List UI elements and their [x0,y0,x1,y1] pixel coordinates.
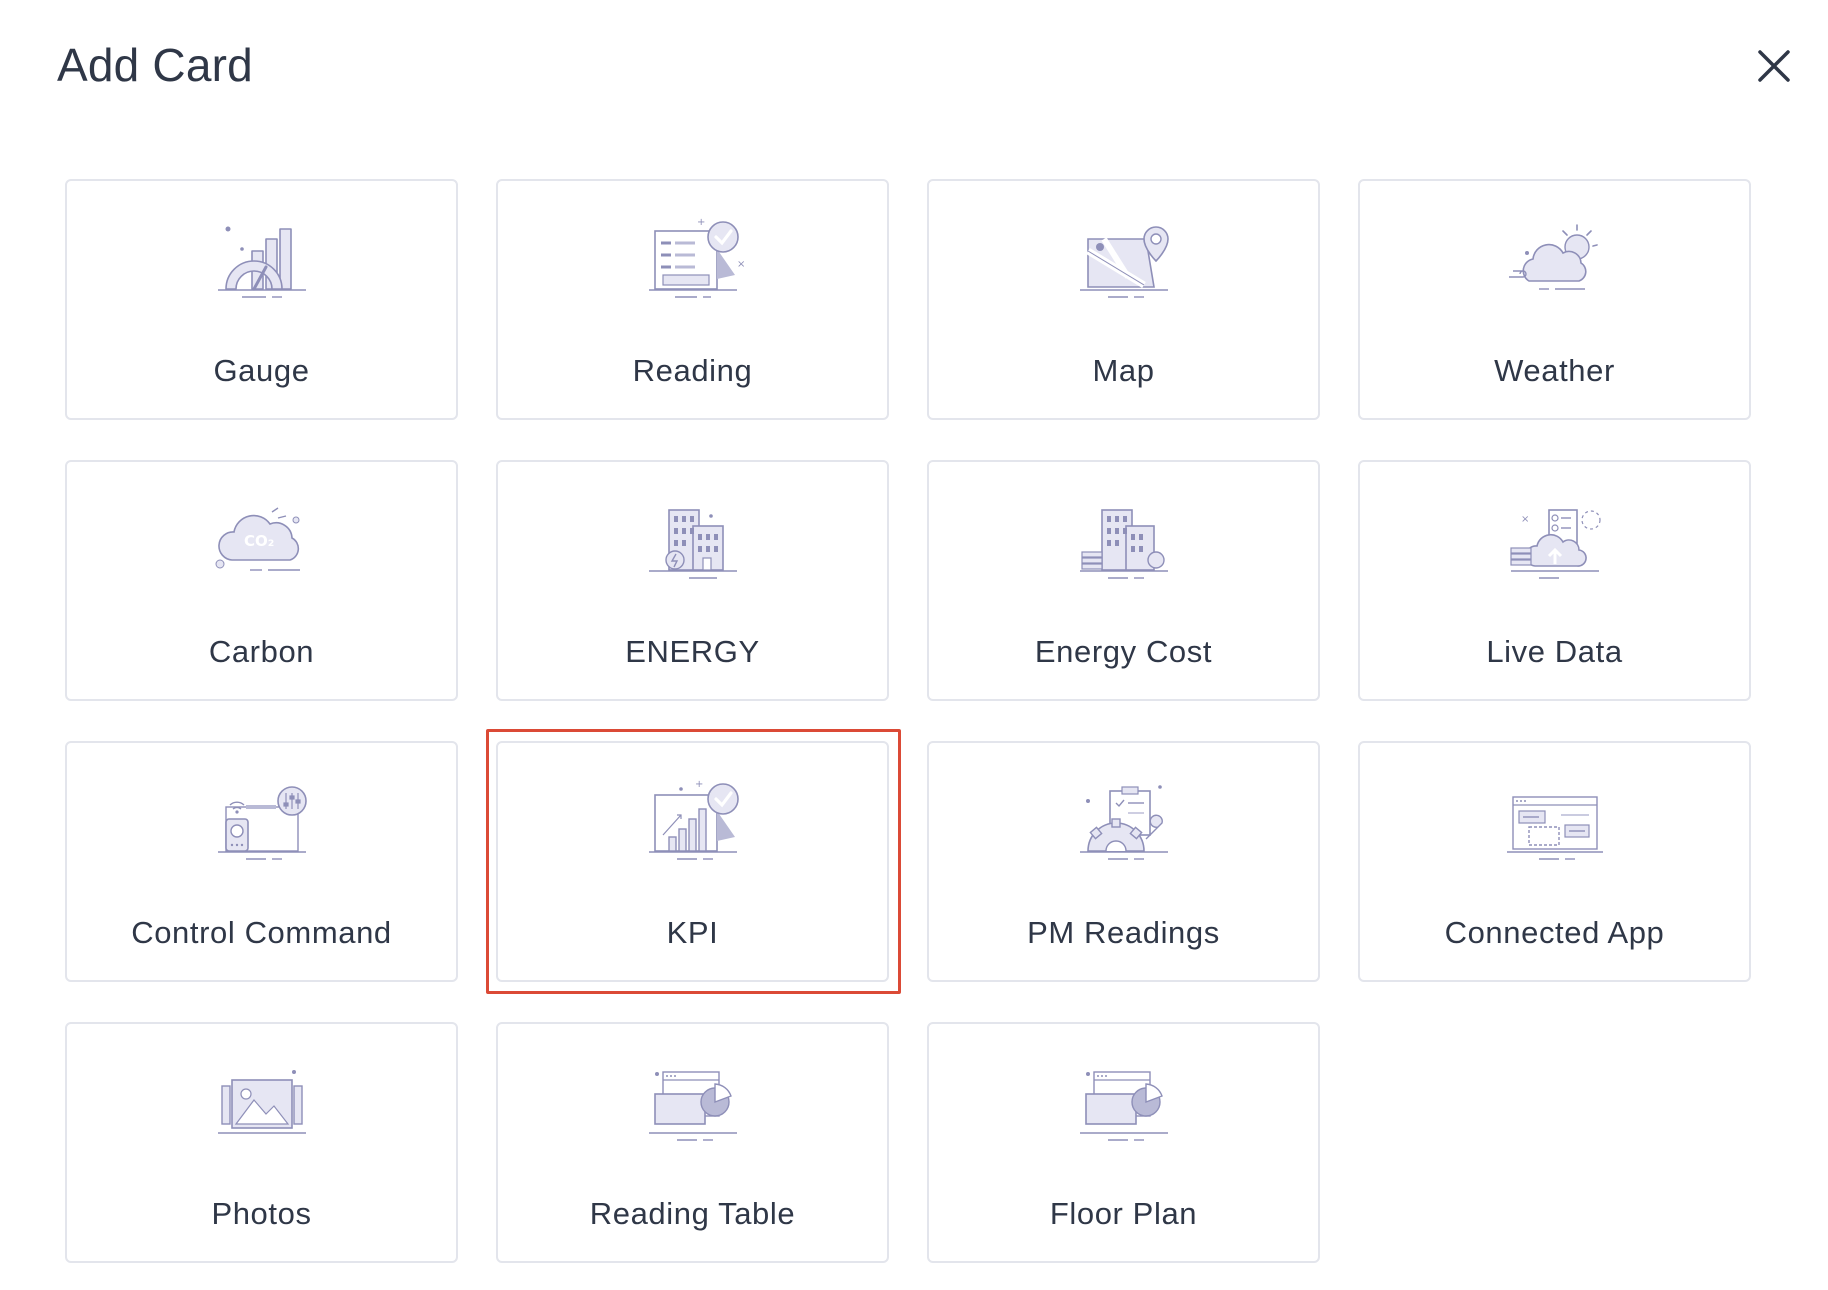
photos-icon [206,1060,318,1148]
control-command-icon [206,779,318,867]
dialog-title: Add Card [57,39,253,91]
card-label: Reading Table [589,1196,796,1231]
svg-text:×: × [1521,514,1529,525]
card-label: Photos [211,1196,312,1231]
card-label: Weather [1494,353,1615,388]
connected-app-icon [1499,779,1611,867]
weather-icon [1499,217,1611,305]
card-label: Control Command [131,915,392,950]
close-button[interactable] [1752,44,1796,88]
svg-text:+: + [695,779,703,790]
card-label: Energy Cost [1034,634,1213,669]
card-reading[interactable]: + × Reading [496,179,889,420]
card-label: Live Data [1486,634,1623,669]
map-icon [1068,217,1180,305]
card-live-data[interactable]: × Live Data [1358,460,1751,701]
card-label: Map [1092,353,1155,388]
close-icon [1758,50,1790,82]
card-photos[interactable]: Photos [65,1022,458,1263]
card-map[interactable]: Map [927,179,1320,420]
live-data-icon: × [1499,498,1611,586]
card-connected-app[interactable]: Connected App [1358,741,1751,982]
floor-plan-icon [1068,1060,1180,1148]
gauge-icon [206,217,318,305]
card-energy-cost[interactable]: Energy Cost [927,460,1320,701]
pm-readings-icon [1068,779,1180,867]
card-label: Carbon [208,634,315,669]
kpi-icon: + [637,779,749,867]
card-reading-table[interactable]: Reading Table [496,1022,889,1263]
energy-icon [637,498,749,586]
card-control-command[interactable]: Control Command [65,741,458,982]
carbon-icon-text: CO₂ [244,532,274,550]
reading-table-icon [637,1060,749,1148]
card-label: Gauge [213,353,310,388]
card-label: PM Readings [1027,915,1220,950]
carbon-icon: CO₂ [206,498,318,586]
card-kpi[interactable]: + KPI [486,729,901,994]
svg-text:+: + [697,217,705,228]
energy-cost-icon [1068,498,1180,586]
reading-icon: + × [637,217,749,305]
card-type-grid: Gauge + × Reading Map Weather CO₂ Carbon… [65,179,1751,1263]
card-floor-plan[interactable]: Floor Plan [927,1022,1320,1263]
card-label: Reading [632,353,753,388]
card-energy[interactable]: ENERGY [496,460,889,701]
svg-text:×: × [737,259,745,270]
card-label: Floor Plan [1049,1196,1198,1231]
card-label: KPI [666,915,719,950]
card-label: Connected App [1444,915,1665,950]
card-weather[interactable]: Weather [1358,179,1751,420]
card-label: ENERGY [625,634,760,669]
card-carbon[interactable]: CO₂ Carbon [65,460,458,701]
card-gauge[interactable]: Gauge [65,179,458,420]
card-pm-readings[interactable]: PM Readings [927,741,1320,982]
